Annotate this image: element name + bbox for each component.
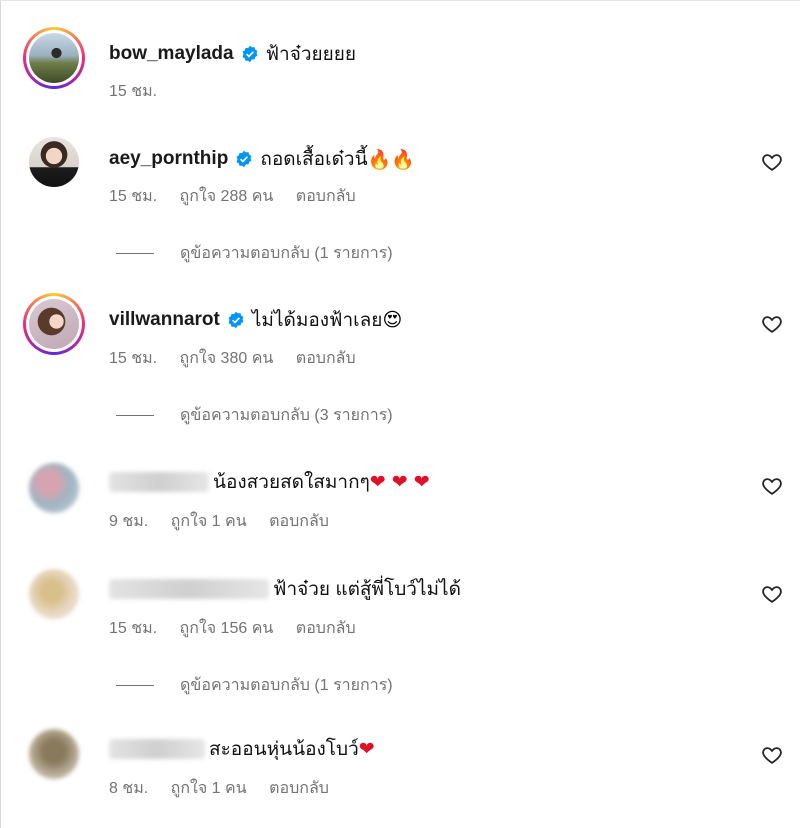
caption-text: ฟ้าจ๋วยยยย <box>265 44 357 65</box>
like-count[interactable]: ถูกใจ 288 คน <box>180 188 274 205</box>
comment-text: น้องสวยสดใสมากๆ <box>213 472 370 493</box>
like-count[interactable]: ถูกใจ 156 คน <box>180 620 274 637</box>
view-replies-label: ดูข้อความตอบกลับ (3 รายการ) <box>180 407 393 424</box>
timestamp: 9 ชม. <box>109 513 149 530</box>
avatar[interactable] <box>23 293 85 355</box>
divider <box>116 253 154 254</box>
divider <box>116 685 154 686</box>
username[interactable]: aey_pornthip <box>109 148 228 170</box>
comment-text: ฟ้าจ๋วย แต่สู้พี่โบว์ไม่ได้ <box>273 579 461 600</box>
blurred-username <box>109 579 269 599</box>
view-replies-button[interactable]: ดูข้อความตอบกลับ (3 รายการ) <box>116 403 393 428</box>
view-replies-button[interactable]: ดูข้อความตอบกลับ (1 รายการ) <box>116 673 393 698</box>
view-replies-label: ดูข้อความตอบกลับ (1 รายการ) <box>180 245 393 262</box>
heart-outline-icon[interactable] <box>761 583 783 605</box>
divider <box>116 415 154 416</box>
reply-button[interactable]: ตอบกลับ <box>296 620 356 637</box>
reply-button[interactable]: ตอบกลับ <box>269 513 329 530</box>
timestamp: 15 ชม. <box>109 350 158 367</box>
comment-text: ถอดเสื้อเด๋วนี้ <box>260 149 368 170</box>
comments-panel: bow_maylada ฟ้าจ๋วยยยย 15 ชม. aey_pornth… <box>0 0 800 828</box>
heart-outline-icon[interactable] <box>761 151 783 173</box>
verified-badge-icon <box>236 150 252 168</box>
verified-badge-icon <box>242 45 258 63</box>
reply-button[interactable]: ตอบกลับ <box>296 188 356 205</box>
reply-button[interactable]: ตอบกลับ <box>296 350 356 367</box>
blurred-username <box>109 739 205 759</box>
avatar[interactable] <box>23 27 85 89</box>
blurred-username <box>109 472 209 492</box>
red-heart-emoji: ❤ ❤ ❤ <box>369 471 430 493</box>
view-replies-label: ดูข้อความตอบกลับ (1 รายการ) <box>180 677 393 694</box>
heart-outline-icon[interactable] <box>761 475 783 497</box>
reply-button[interactable]: ตอบกลับ <box>269 780 329 797</box>
timestamp: 15 ชม. <box>109 83 158 100</box>
heart-eyes-emoji: 😍 <box>382 309 403 331</box>
view-replies-button[interactable]: ดูข้อความตอบกลับ (1 รายการ) <box>116 241 393 266</box>
comment-text: ไม่ได้มองฟ้าเลย <box>251 310 383 331</box>
timestamp: 8 ชม. <box>109 780 149 797</box>
avatar[interactable] <box>23 723 85 785</box>
avatar[interactable] <box>23 131 85 193</box>
avatar[interactable] <box>23 457 85 519</box>
like-count[interactable]: ถูกใจ 380 คน <box>180 350 274 367</box>
avatar[interactable] <box>23 563 85 625</box>
red-heart-emoji: ❤ <box>358 738 375 760</box>
username[interactable]: bow_maylada <box>109 43 234 65</box>
timestamp: 15 ชม. <box>109 620 158 637</box>
timestamp: 15 ชม. <box>109 188 158 205</box>
like-count[interactable]: ถูกใจ 1 คน <box>171 513 247 530</box>
username[interactable]: villwannarot <box>109 309 220 331</box>
post-caption: bow_maylada ฟ้าจ๋วยยยย 15 ชม. <box>1 1 800 121</box>
heart-outline-icon[interactable] <box>761 313 783 335</box>
heart-outline-icon[interactable] <box>761 744 783 766</box>
like-count[interactable]: ถูกใจ 1 คน <box>171 780 247 797</box>
comment-text: สะออนหุ่นน้องโบว์ <box>209 739 359 760</box>
verified-badge-icon <box>228 311 244 329</box>
fire-emoji: 🔥🔥 <box>367 148 415 171</box>
